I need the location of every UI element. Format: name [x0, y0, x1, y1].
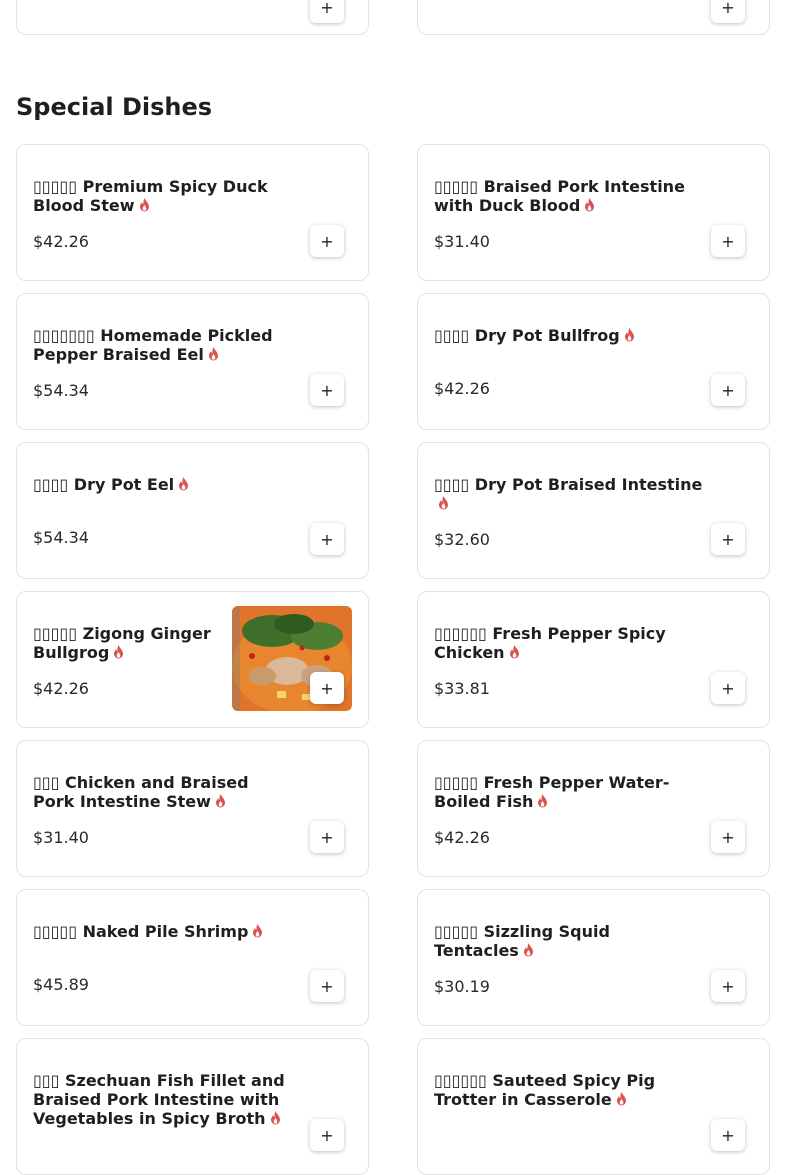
flame-icon: [215, 794, 225, 808]
flame-icon: [624, 328, 634, 342]
dish-card[interactable]: ▯▯▯▯▯ Fresh Pepper Water-Boiled Fish $42…: [417, 740, 770, 877]
plus-icon: +: [721, 976, 735, 996]
add-to-cart-button[interactable]: +: [711, 374, 745, 406]
add-to-cart-button[interactable]: +: [711, 821, 745, 853]
flame-icon: [616, 1092, 626, 1106]
plus-icon: +: [320, 827, 334, 847]
add-to-cart-button[interactable]: +: [310, 672, 344, 704]
add-to-cart-button[interactable]: +: [310, 1119, 344, 1151]
dish-price: $54.34: [33, 528, 89, 547]
flame-icon: [523, 943, 533, 957]
section-title: Special Dishes: [16, 93, 213, 121]
add-to-cart-button[interactable]: +: [310, 970, 344, 1002]
add-to-cart-button[interactable]: +: [310, 374, 344, 406]
plus-icon: +: [721, 827, 735, 847]
flame-icon: [439, 496, 448, 510]
add-to-cart-button[interactable]: +: [310, 821, 344, 853]
menu-card-partial-left[interactable]: +: [16, 0, 369, 35]
dish-name: ▯▯▯▯▯ Zigong Ginger Bullgrog: [33, 624, 211, 662]
plus-icon: +: [320, 678, 334, 698]
dish-price: $33.81: [434, 679, 490, 698]
dish-price: $30.19: [434, 977, 490, 996]
dish-name: ▯▯▯▯▯ Braised Pork Intestine with Duck B…: [434, 177, 685, 215]
plus-icon: +: [721, 0, 735, 17]
dish-card[interactable]: ▯▯▯▯▯▯ Sauteed Spicy Pig Trotter in Cass…: [417, 1038, 770, 1175]
plus-icon: +: [721, 529, 735, 549]
add-to-cart-button[interactable]: +: [711, 0, 745, 23]
dish-card[interactable]: ▯▯▯▯▯▯ Fresh Pepper Spicy Chicken $33.81…: [417, 591, 770, 728]
add-to-cart-button[interactable]: +: [310, 0, 344, 23]
dish-name: ▯▯▯▯▯ Premium Spicy Duck Blood Stew: [33, 177, 268, 215]
dish-name: ▯▯▯▯▯▯ Fresh Pepper Spicy Chicken: [434, 624, 666, 662]
plus-icon: +: [320, 231, 334, 251]
plus-icon: +: [721, 231, 735, 251]
dish-name: ▯▯▯▯ Dry Pot Bullfrog: [434, 326, 704, 345]
dish-price: $32.60: [434, 530, 490, 549]
dish-card[interactable]: ▯▯▯ Chicken and Braised Pork Intestine S…: [16, 740, 369, 877]
flame-icon: [509, 645, 519, 659]
add-to-cart-button[interactable]: +: [310, 523, 344, 555]
dish-name: ▯▯▯▯▯▯ Sauteed Spicy Pig Trotter in Cass…: [434, 1071, 656, 1109]
dish-name: ▯▯▯▯▯ Fresh Pepper Water-Boiled Fish: [434, 773, 670, 811]
dish-card[interactable]: ▯▯▯▯ Dry Pot Bullfrog $42.26 +: [417, 293, 770, 430]
flame-icon: [139, 198, 149, 212]
dish-name: ▯▯▯▯ Dry Pot Eel: [33, 475, 303, 494]
flame-icon: [114, 645, 124, 659]
dish-price: $42.26: [33, 679, 89, 698]
plus-icon: +: [320, 529, 334, 549]
dish-card[interactable]: ▯▯▯▯▯ Premium Spicy Duck Blood Stew $42.…: [16, 144, 369, 281]
plus-icon: +: [320, 1125, 334, 1145]
dish-card[interactable]: ▯▯▯▯▯ Sizzling Squid Tentacles $30.19 +: [417, 889, 770, 1026]
dish-card[interactable]: ▯▯▯▯▯ Braised Pork Intestine with Duck B…: [417, 144, 770, 281]
flame-icon: [179, 477, 189, 491]
dish-price: $31.40: [33, 828, 89, 847]
plus-icon: +: [721, 380, 735, 400]
plus-icon: +: [721, 678, 735, 698]
add-to-cart-button[interactable]: +: [711, 225, 745, 257]
flame-icon: [538, 794, 548, 808]
dish-price: $45.89: [33, 975, 89, 994]
add-to-cart-button[interactable]: +: [310, 225, 344, 257]
dish-name: ▯▯▯▯▯ Sizzling Squid Tentacles: [434, 922, 610, 960]
dish-card[interactable]: ▯▯▯▯ Dry Pot Eel $54.34 +: [16, 442, 369, 579]
dish-name: ▯▯▯▯▯ Naked Pile Shrimp: [33, 922, 303, 941]
dish-name: ▯▯▯▯ Dry Pot Braised Intestine: [434, 475, 704, 513]
dish-price: $42.26: [33, 232, 89, 251]
plus-icon: +: [721, 1125, 735, 1145]
dish-card[interactable]: ▯▯▯ Szechuan Fish Fillet and Braised Por…: [16, 1038, 369, 1175]
dish-price: $42.26: [434, 828, 490, 847]
flame-icon: [585, 198, 595, 212]
add-to-cart-button[interactable]: +: [711, 523, 745, 555]
dish-card[interactable]: ▯▯▯▯ Dry Pot Braised Intestine $32.60 +: [417, 442, 770, 579]
dish-name: ▯▯▯▯▯▯▯ Homemade Pickled Pepper Braised …: [33, 326, 273, 364]
dish-card[interactable]: ▯▯▯▯▯ Naked Pile Shrimp $45.89 +: [16, 889, 369, 1026]
plus-icon: +: [320, 0, 334, 17]
flame-icon: [270, 1111, 280, 1125]
dish-price: $42.26: [434, 379, 490, 398]
flame-icon: [208, 347, 218, 361]
dish-name: ▯▯▯ Chicken and Braised Pork Intestine S…: [33, 773, 249, 811]
dish-price: $31.40: [434, 232, 490, 251]
dish-card[interactable]: ▯▯▯▯▯▯▯ Homemade Pickled Pepper Braised …: [16, 293, 369, 430]
flame-icon: [253, 924, 263, 938]
add-to-cart-button[interactable]: +: [711, 970, 745, 1002]
add-to-cart-button[interactable]: +: [711, 1119, 745, 1151]
menu-card-partial-right[interactable]: +: [417, 0, 770, 35]
plus-icon: +: [320, 976, 334, 996]
add-to-cart-button[interactable]: +: [711, 672, 745, 704]
dish-price: $54.34: [33, 381, 89, 400]
plus-icon: +: [320, 380, 334, 400]
dish-name: ▯▯▯ Szechuan Fish Fillet and Braised Por…: [33, 1071, 285, 1128]
dish-card[interactable]: ▯▯▯▯▯ Zigong Ginger Bullgrog $42.26 +: [16, 591, 369, 728]
